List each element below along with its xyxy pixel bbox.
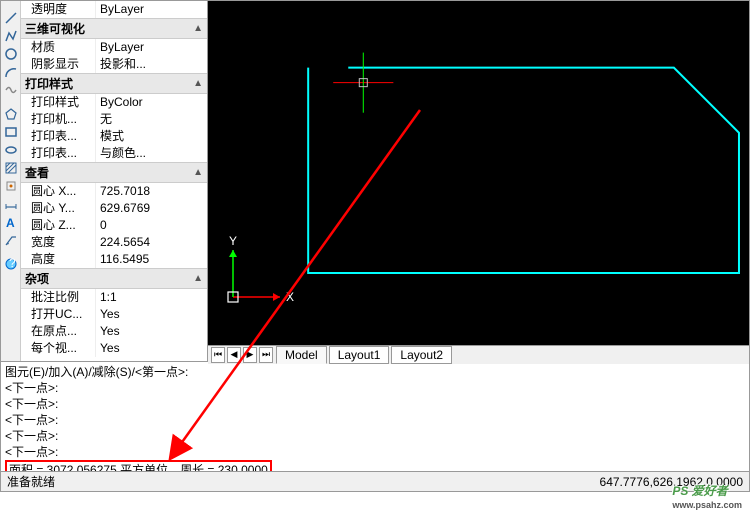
status-left: 准备就绪 <box>7 473 55 490</box>
cmd-line: <下一点>: <box>5 444 745 460</box>
prop-row[interactable]: 阴影显示投影和... <box>21 56 207 73</box>
tab-nav-next-icon[interactable]: ▶ <box>243 347 257 363</box>
drawing-viewport[interactable]: X Y <box>208 1 749 345</box>
svg-text:X: X <box>286 290 294 304</box>
svg-text:A: A <box>6 216 15 229</box>
ucs-icon: X Y <box>218 235 298 315</box>
prop-label: 透明度 <box>21 1 96 18</box>
tool-arc-icon[interactable] <box>3 64 19 80</box>
tool-line-icon[interactable] <box>3 10 19 26</box>
prop-row[interactable]: 打开UC...Yes <box>21 306 207 323</box>
svg-text:?: ? <box>9 257 16 270</box>
prop-row[interactable]: 每个视...Yes <box>21 340 207 357</box>
collapse-icon: ▲ <box>193 78 203 89</box>
tab-layout1[interactable]: Layout1 <box>329 346 390 364</box>
prop-group-header-misc[interactable]: 杂项▲ <box>21 268 207 289</box>
watermark: PS 爱好者 www.psahz.com <box>672 479 742 510</box>
tab-nav-last-icon[interactable]: ⏭ <box>259 347 273 363</box>
prop-group-header-3d[interactable]: 三维可视化▲ <box>21 18 207 39</box>
prop-group-header-view[interactable]: 查看▲ <box>21 162 207 183</box>
tab-layout2[interactable]: Layout2 <box>391 346 452 364</box>
prop-group-header-plot[interactable]: 打印样式▲ <box>21 73 207 94</box>
prop-row[interactable]: 圆心 X...725.7018 <box>21 183 207 200</box>
model-tabs-bar: ⏮ ◀ ▶ ⏭ Model Layout1 Layout2 <box>208 345 749 364</box>
prop-row[interactable]: 透明度 ByLayer <box>21 1 207 18</box>
prop-row[interactable]: 打印机...无 <box>21 111 207 128</box>
tool-spline-icon[interactable] <box>3 82 19 98</box>
prop-row[interactable]: 高度116.5495 <box>21 251 207 268</box>
cmd-line: 图元(E)/加入(A)/减除(S)/<第一点>: <box>5 364 745 380</box>
prop-row[interactable]: 打印表...模式 <box>21 128 207 145</box>
tool-circle-icon[interactable] <box>3 46 19 62</box>
prop-row[interactable]: 打印样式ByColor <box>21 94 207 111</box>
left-toolbar: A ? <box>1 1 21 361</box>
cmd-result-highlight: 面积 = 3072.056275 平方单位，周长 = 230.0000 <box>5 460 272 472</box>
collapse-icon: ▲ <box>193 23 203 34</box>
prop-row[interactable]: 在原点...Yes <box>21 323 207 340</box>
properties-panel: 透明度 ByLayer 三维可视化▲ 材质ByLayer 阴影显示投影和... … <box>21 1 208 361</box>
prop-row[interactable]: 圆心 Y...629.6769 <box>21 200 207 217</box>
tool-leader-icon[interactable] <box>3 232 19 248</box>
tool-help-icon[interactable]: ? <box>3 256 19 272</box>
prop-row[interactable]: 宽度224.5654 <box>21 234 207 251</box>
prop-row[interactable]: 打印表...与颜色... <box>21 145 207 162</box>
tool-ellipse-icon[interactable] <box>3 142 19 158</box>
cmd-line: <下一点>: <box>5 412 745 428</box>
tab-nav-prev-icon[interactable]: ◀ <box>227 347 241 363</box>
collapse-icon: ▲ <box>193 167 203 178</box>
cmd-line: <下一点>: <box>5 380 745 396</box>
tab-nav-first-icon[interactable]: ⏮ <box>211 347 225 363</box>
tool-rect-icon[interactable] <box>3 124 19 140</box>
prop-row[interactable]: 圆心 Z...0 <box>21 217 207 234</box>
tool-hatch-icon[interactable] <box>3 160 19 176</box>
tool-insert-icon[interactable] <box>3 178 19 194</box>
prop-group-0: 透明度 ByLayer <box>21 1 207 18</box>
command-area[interactable]: 图元(E)/加入(A)/减除(S)/<第一点>: <下一点>: <下一点>: <… <box>0 362 750 472</box>
prop-row[interactable]: 材质ByLayer <box>21 39 207 56</box>
tool-polygon-icon[interactable] <box>3 106 19 122</box>
prop-row[interactable]: 批注比例1:1 <box>21 289 207 306</box>
collapse-icon: ▲ <box>193 273 203 284</box>
cmd-line: <下一点>: <box>5 428 745 444</box>
tool-dim-icon[interactable] <box>3 196 19 212</box>
status-bar: 准备就绪 647.7776,626.1962,0.0000 <box>0 472 750 492</box>
svg-text:Y: Y <box>229 235 237 248</box>
tool-pline-icon[interactable] <box>3 28 19 44</box>
tool-text-icon[interactable]: A <box>3 214 19 230</box>
tab-model[interactable]: Model <box>276 346 327 364</box>
prop-value: ByLayer <box>96 1 207 18</box>
cmd-line: <下一点>: <box>5 396 745 412</box>
